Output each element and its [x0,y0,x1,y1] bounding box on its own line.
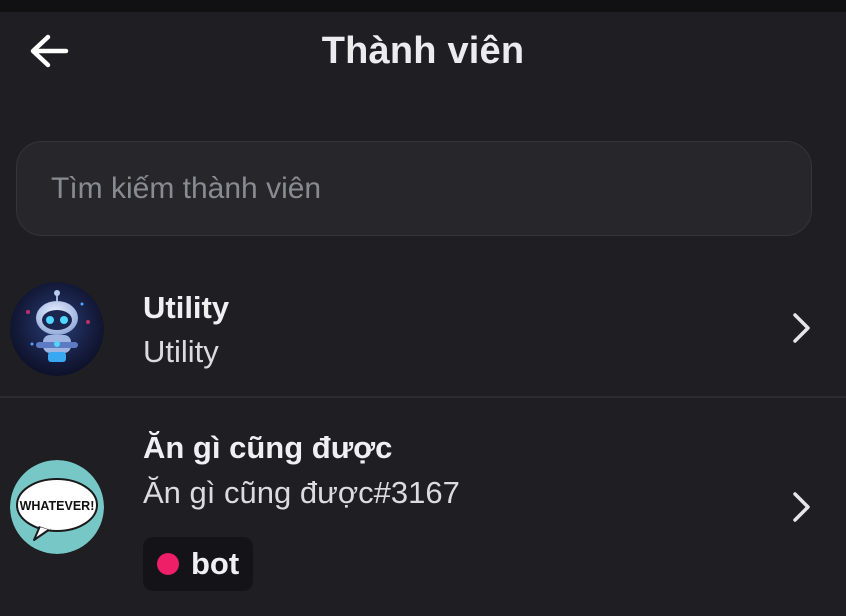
member-name: Ăn gì cũng được [143,430,393,465]
chevron-right-icon [786,487,816,527]
bot-status-dot-icon [157,553,179,575]
robot-avatar-icon [10,282,104,376]
member-username: Ăn gì cũng được#3167 [143,475,460,510]
chevron-right-icon [786,308,816,348]
status-strip [0,0,846,12]
member-username: Utility [143,334,219,369]
avatar-text: WHATEVER! [20,499,95,513]
search-box[interactable] [16,141,812,236]
member-name: Utility [143,290,230,325]
page-title: Thành viên [321,30,525,72]
header: Thành viên [0,12,846,96]
bot-badge-label: bot [191,546,240,581]
member-row-utility[interactable]: Utility Utility [0,262,846,396]
member-row-an-gi-cung-duoc[interactable]: WHATEVER! Ăn gì cũng được Ăn gì cũng đượ… [0,398,846,616]
whatever-speech-bubble-avatar: WHATEVER! [10,460,104,554]
bot-badge: bot [143,537,254,591]
search-input[interactable] [17,142,811,235]
